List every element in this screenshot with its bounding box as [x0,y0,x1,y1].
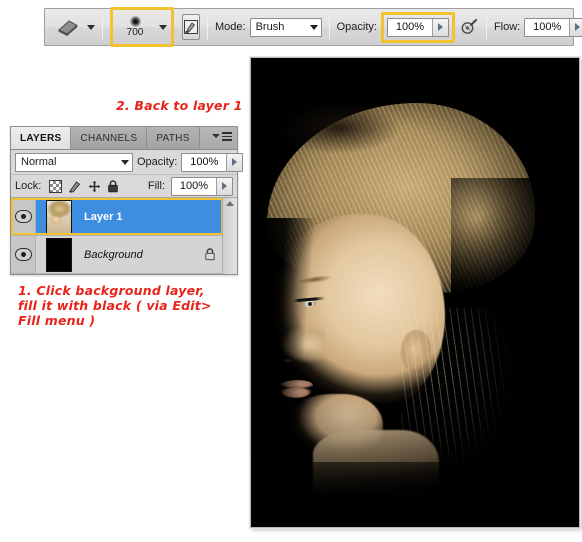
panel-menu-icon[interactable] [212,132,232,141]
scroll-up-arrow-icon[interactable] [226,201,234,206]
panel-opacity-label: Opacity: [137,156,178,168]
toolbar-separator-4 [485,15,487,39]
airbrush-button[interactable] [459,9,479,45]
toolbar-separator-3 [328,15,330,39]
toolbar-separator-2 [207,15,208,39]
annotation-step-2: 2. Back to layer 1 [116,98,243,113]
panel-opacity-stepper[interactable] [226,153,243,171]
blend-mode-value: Normal [21,156,57,168]
mode-chevron-down-icon [309,24,318,30]
blend-mode-chevron-down-icon [121,159,129,165]
layer-visibility-toggle[interactable] [11,198,36,235]
opacity-highlight: 100% [380,11,455,43]
panel-opacity-value: 100% [190,156,219,168]
mode-value: Brush [255,21,285,33]
thumbnail-portrait-image [47,200,71,233]
panel-menu-lines-icon [222,132,232,141]
lock-all-padlock-icon[interactable] [107,179,119,193]
eraser-tool-dropdown-arrow[interactable] [87,24,95,30]
mode-control: Mode: Brush [215,9,322,45]
brush-panel-toggle-button[interactable] [182,14,200,40]
opacity-stepper[interactable] [431,18,448,36]
flow-control: Flow: 100% [494,9,582,45]
lock-label: Lock: [15,180,42,192]
eraser-tool-button[interactable] [55,18,95,36]
mode-select[interactable]: Brush [249,17,322,37]
opacity-label: Opacity: [336,21,377,33]
brush-preset-chip: 700 [117,12,153,42]
brush-size-value: 700 [126,27,144,38]
document-canvas[interactable]: 3. Use Eraser tool to get rid of unwante… [250,57,580,528]
airbrush-icon [461,18,478,34]
fill-label: Fill: [147,180,165,192]
blend-mode-row: Normal Opacity: 100% [11,150,244,175]
lock-transparency-icon[interactable] [49,179,63,193]
blend-mode-select[interactable]: Normal [15,152,133,172]
table-row[interactable]: Background [11,236,223,274]
layer-locked-indicator [197,248,223,261]
mode-label: Mode: [215,21,246,33]
panel-menu-triangle-icon [212,134,220,139]
opacity-value: 100% [395,21,424,33]
flow-field[interactable]: 100% [524,17,582,37]
eye-icon [14,210,32,223]
tab-channels[interactable]: CHANNELS [71,127,148,149]
opacity-field[interactable]: 100% [386,17,449,37]
flow-label: Flow: [493,21,521,33]
opacity-control: Opacity: 100% [337,9,455,45]
panel-opacity-field[interactable]: 100% [181,152,244,172]
eraser-icon [58,20,78,36]
toolbar-separator [102,15,103,39]
fill-value: 100% [179,180,209,192]
tab-paths[interactable]: PATHS [147,127,200,149]
layer-name-label: Layer 1 [84,210,123,223]
lock-row: Lock: Fill: 100% [11,175,237,198]
options-toolbar: 700 Mode: Brush Opacity: 100% Flow: 100% [44,7,582,47]
flow-value: 100% [533,21,562,33]
layer-list: Layer 1 Background [11,198,237,274]
lock-icon-group [49,179,119,193]
photo-vignette [251,58,579,527]
eye-icon [14,248,32,261]
layer-visibility-toggle[interactable] [11,236,36,273]
fill-stepper[interactable] [216,177,232,195]
layers-panel: LAYERS CHANNELS PATHS Normal Opacity: 10… [10,126,244,275]
layers-scrollbar[interactable] [222,198,237,274]
portrait-photo [251,58,579,527]
lock-position-move-icon[interactable] [88,180,101,193]
brush-panel-icon [184,20,198,34]
layer-thumbnail-cell [36,236,82,273]
lock-image-brush-icon[interactable] [68,180,82,193]
screenshot-root: 700 Mode: Brush Opacity: 100% Flow: 100%… [0,0,582,542]
fill-field[interactable]: 100% [171,176,233,196]
soft-round-brush-icon [129,16,141,27]
brush-preset-picker[interactable]: 700 [113,10,171,44]
layer-name-label: Background [84,248,143,261]
padlock-icon [205,248,215,261]
layer-thumbnail-cell [36,198,82,235]
layer-thumbnail[interactable] [46,199,72,234]
layer-thumbnail[interactable] [46,237,72,272]
table-row[interactable]: Layer 1 [11,198,223,236]
panel-tab-bar: LAYERS CHANNELS PATHS [11,127,237,150]
brush-preset-highlight: 700 [110,7,174,47]
tab-layers[interactable]: LAYERS [11,127,72,149]
brush-preset-dropdown-arrow[interactable] [159,24,167,30]
annotation-step-1: 1. Click background layer, fill it with … [18,283,212,328]
flow-stepper[interactable] [569,18,582,36]
